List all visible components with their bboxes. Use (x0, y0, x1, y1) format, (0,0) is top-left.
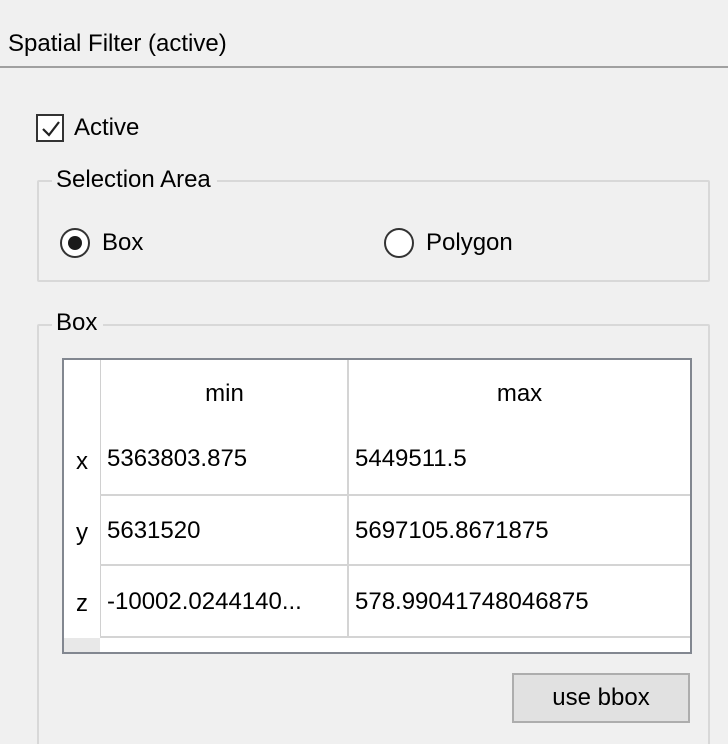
radio-polygon-label: Polygon (426, 229, 513, 256)
use-bbox-button[interactable]: use bbox (512, 673, 690, 723)
row-header-x[interactable]: x (64, 428, 100, 496)
row-header-y[interactable]: y (64, 496, 100, 566)
checkmark-icon (42, 121, 60, 137)
cell-x-min[interactable]: 5363803.875 (100, 428, 348, 496)
table-bottom-strip (64, 638, 100, 652)
bounds-table[interactable]: min max x 5363803.875 5449511.5 y 563152… (62, 358, 692, 654)
grid-line (100, 494, 690, 496)
row-header-z[interactable]: z (64, 566, 100, 638)
panel-header[interactable]: Spatial Filter (active) (0, 16, 728, 68)
cell-x-max[interactable]: 5449511.5 (348, 428, 690, 496)
cell-y-min[interactable]: 5631520 (100, 496, 348, 566)
column-header-min[interactable]: min (100, 360, 348, 428)
radio-box-indicator[interactable] (60, 228, 90, 258)
radio-polygon-indicator[interactable] (384, 228, 414, 258)
cell-z-min[interactable]: -10002.0244140... (100, 566, 348, 638)
grid-line (100, 636, 690, 638)
grid-line (100, 564, 690, 566)
radio-polygon[interactable]: Polygon (384, 227, 513, 259)
radio-selected-dot (68, 236, 82, 250)
cell-y-max[interactable]: 5697105.8671875 (348, 496, 690, 566)
radio-box[interactable]: Box (60, 227, 143, 259)
active-checkbox-label: Active (74, 114, 140, 141)
box-group-title: Box (52, 309, 104, 337)
radio-box-label: Box (102, 229, 144, 256)
cell-z-max[interactable]: 578.99041748046875 (348, 566, 690, 638)
panel-title: Spatial Filter (active) (8, 30, 227, 57)
grid-line (347, 360, 349, 638)
spatial-filter-panel: Spatial Filter (active) Active Selection… (0, 0, 728, 744)
active-checkbox[interactable] (36, 114, 64, 142)
top-strip (0, 0, 728, 16)
table-corner (64, 360, 100, 428)
column-header-max[interactable]: max (348, 360, 690, 428)
active-checkbox-row[interactable]: Active (36, 113, 139, 143)
selection-area-title: Selection Area (52, 166, 217, 194)
